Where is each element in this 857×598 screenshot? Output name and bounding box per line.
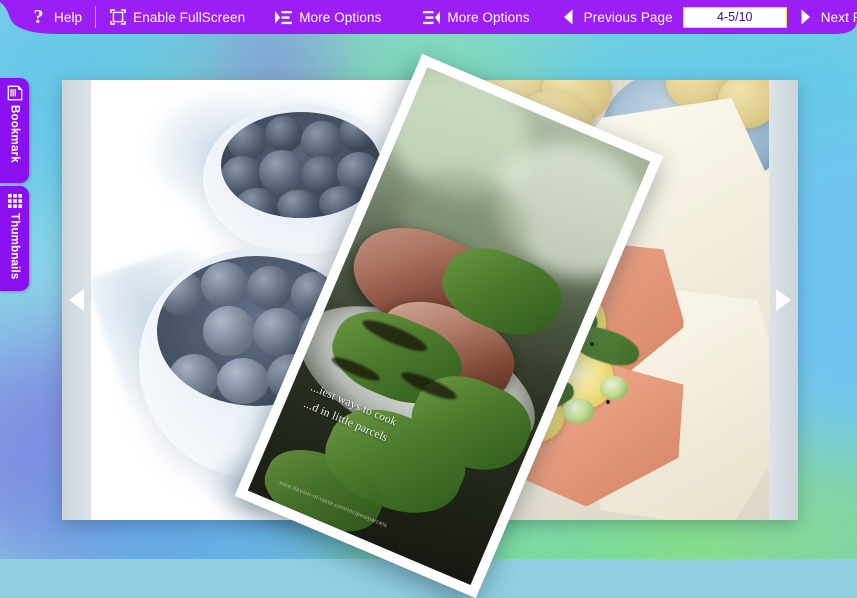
side-tab-rail: Bookmark Thumbnails [0,78,30,291]
triangle-right-icon [776,289,791,311]
berry [201,262,249,308]
more-options-label-2: More Options [447,9,530,25]
berry [159,272,205,316]
main-toolbar: ? Help Enable FullScreen More Options Mo… [0,0,857,34]
previous-page-button[interactable]: Previous Page [560,0,673,34]
triangle-left-icon [69,289,84,311]
bookmark-note-icon [7,85,23,101]
next-page-arrow[interactable] [769,279,798,321]
page-number-input[interactable]: 4-5/10 [682,6,787,28]
more-options-label-1: More Options [299,9,382,25]
berry [265,116,303,152]
next-page-button[interactable]: Next Page [797,0,857,34]
spring-onion-4 [600,376,628,400]
berry [217,358,269,404]
help-button[interactable]: ? Help [30,0,83,34]
berry [247,266,293,310]
previous-page-label: Previous Page [583,9,673,25]
berry [169,354,219,400]
enable-fullscreen-button[interactable]: Enable FullScreen [109,0,245,34]
berry [259,150,305,194]
list-left-arrow-icon [423,9,441,26]
help-label: Help [54,9,83,25]
berry [157,312,207,360]
next-page-label: Next Page [820,9,857,25]
sidebar-tab-bookmark[interactable]: Bookmark [0,78,29,183]
berry [339,114,377,152]
grid-thumbnails-icon [7,193,23,209]
sidebar-tab-thumbnails[interactable]: Thumbnails [0,186,29,291]
sidebar-tab-thumbnails-label: Thumbnails [8,213,21,280]
sidebar-tab-bookmark-label: Bookmark [8,105,21,163]
berry [203,306,255,356]
previous-page-arrow[interactable] [62,279,91,321]
berry [227,122,267,160]
more-options-button-1[interactable]: More Options [275,0,381,34]
enable-fullscreen-label: Enable FullScreen [133,9,246,25]
bowl-top-berries [221,112,381,218]
pepper-fleck [590,342,594,346]
chevron-right-icon [797,9,814,26]
berry [235,188,279,218]
fullscreen-brackets-icon [109,9,126,26]
flipbook-viewer: ...iest ways to cook ...d in little parc… [0,34,857,598]
spring-onion-3 [562,398,594,424]
berry [301,121,343,161]
berry [277,190,319,218]
more-options-button-2[interactable]: More Options [423,0,530,34]
list-right-arrow-icon [275,9,293,26]
berry [253,308,303,356]
page-number-value: 4-5/10 [717,10,753,24]
toolbar-divider-1 [95,6,97,28]
chevron-left-icon [560,9,577,26]
pepper-fleck [606,400,610,404]
question-mark-icon: ? [33,6,44,28]
